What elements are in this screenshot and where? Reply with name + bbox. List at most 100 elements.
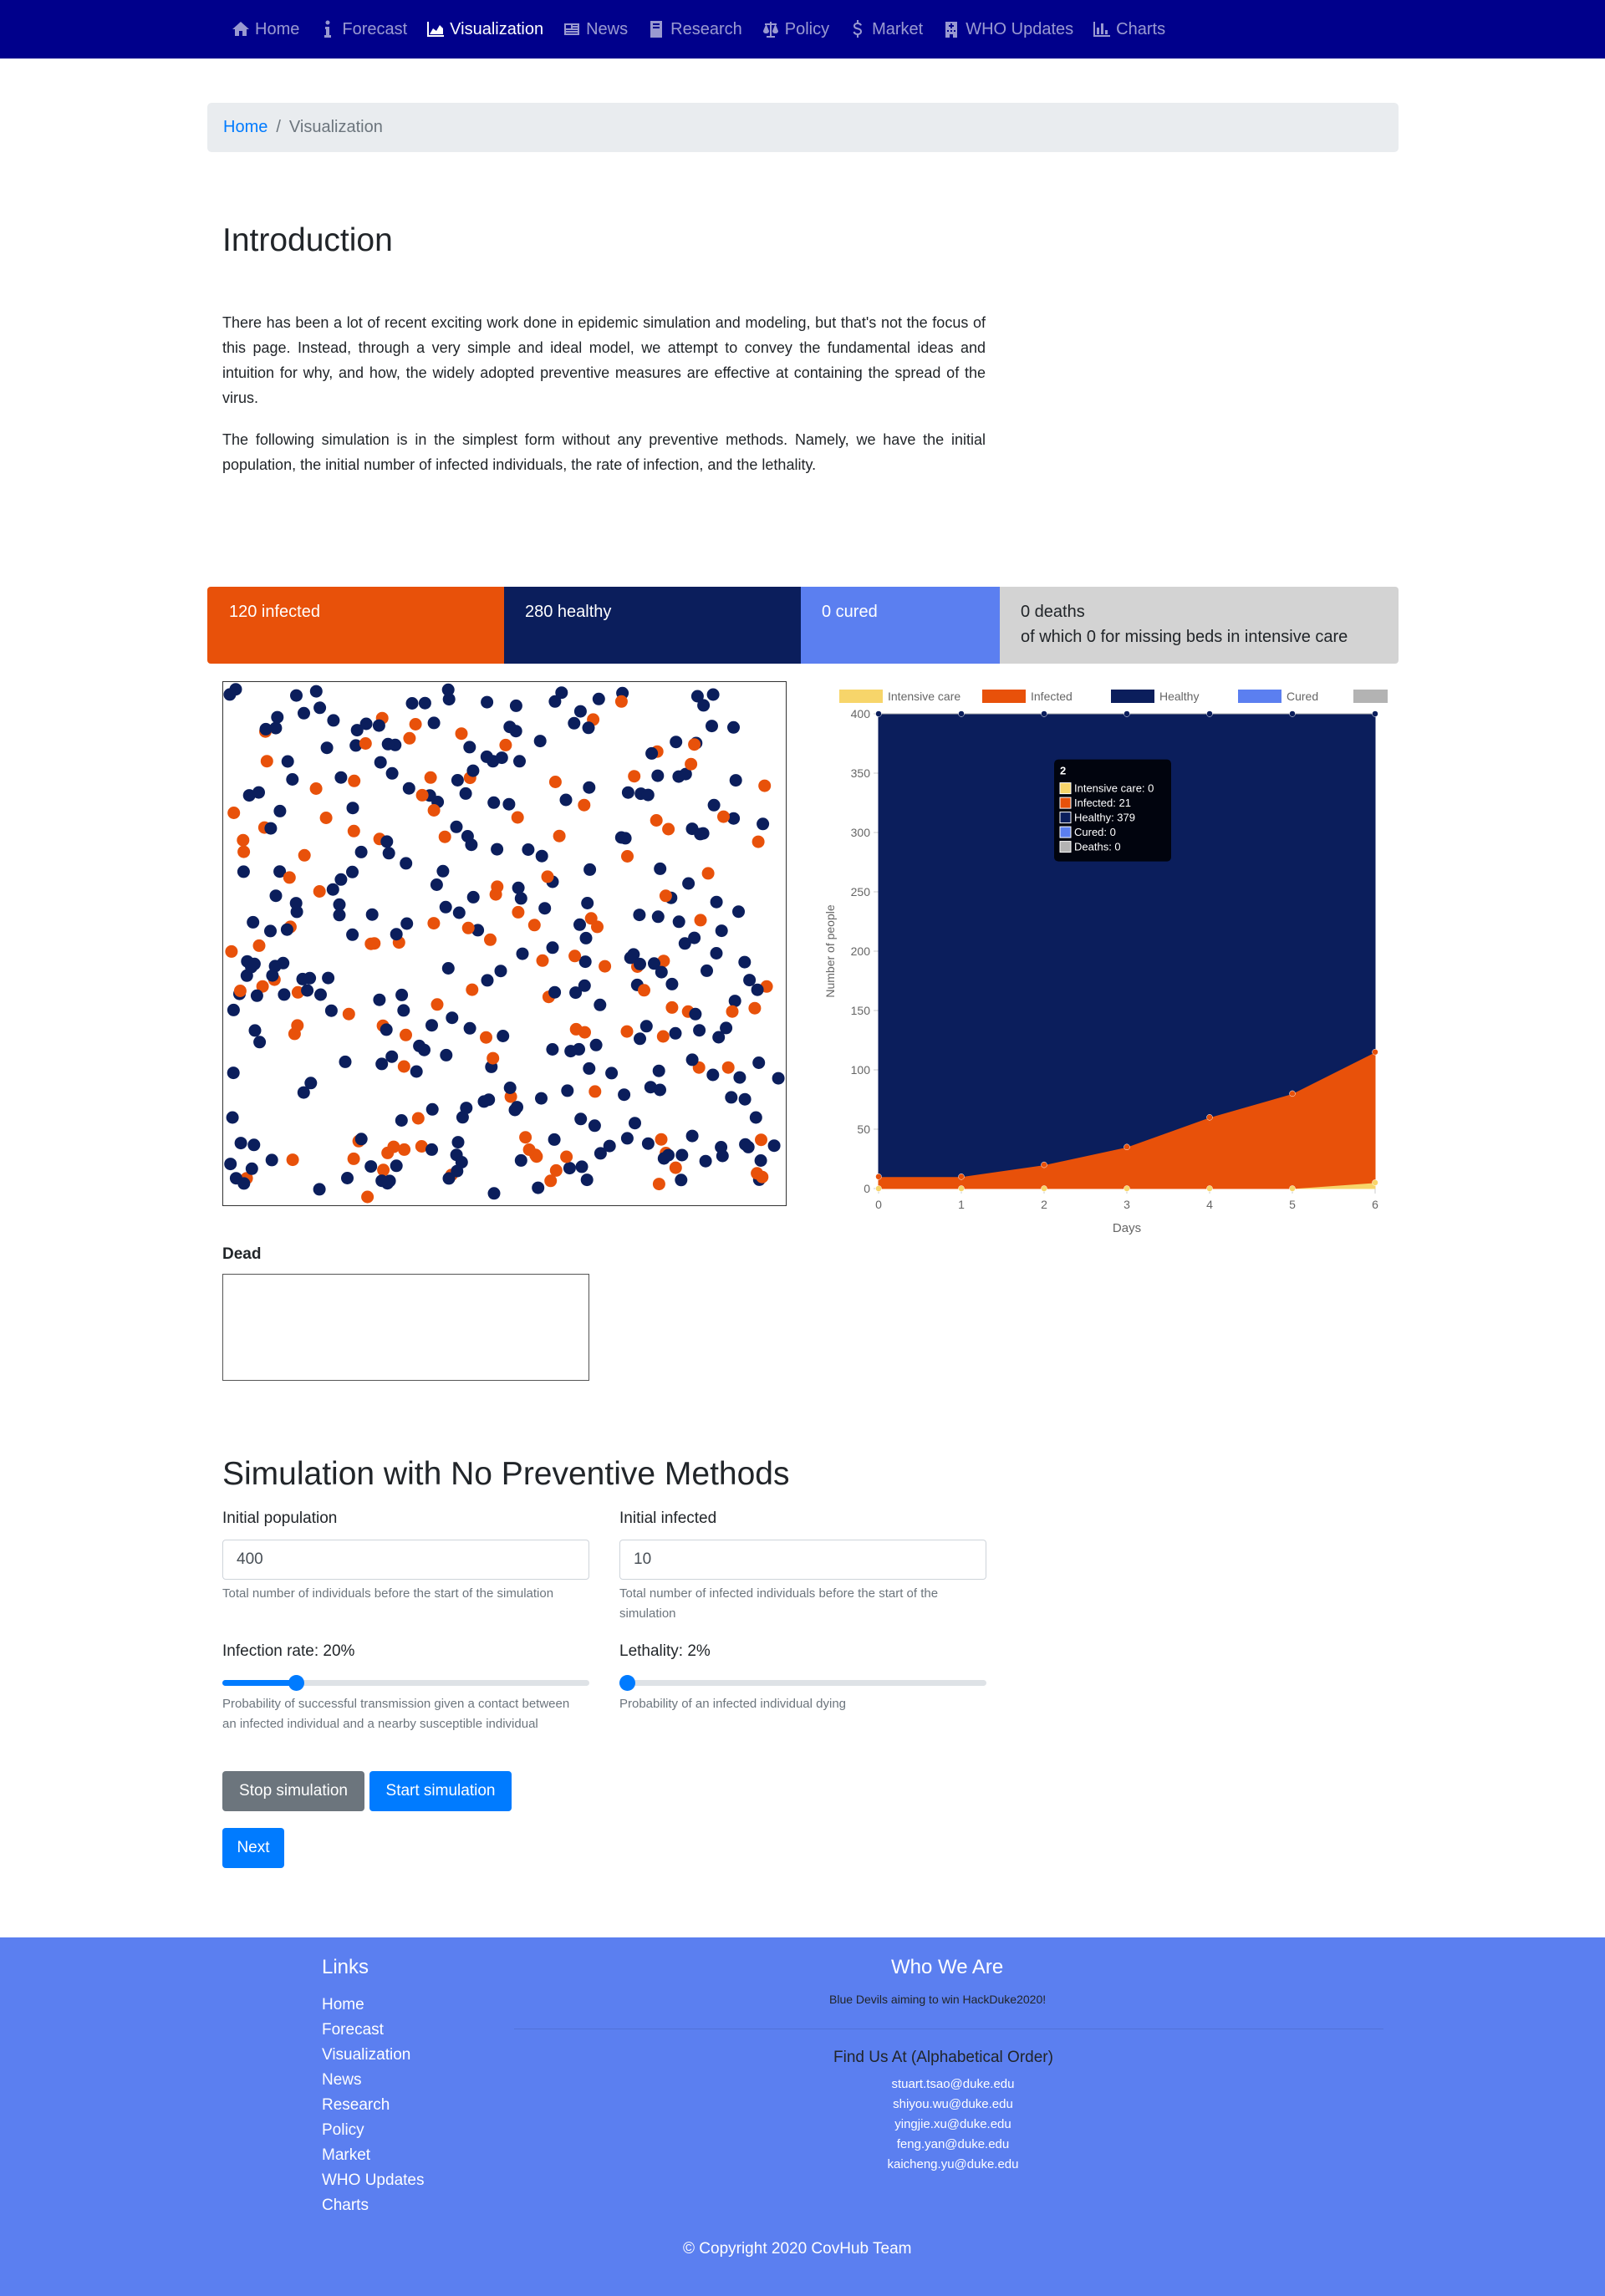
start-simulation-button[interactable]: Start simulation bbox=[369, 1771, 512, 1811]
infected-person-dot bbox=[568, 949, 582, 963]
nav-item-market[interactable]: Market bbox=[848, 19, 923, 39]
healthy-person-dot bbox=[548, 1133, 561, 1146]
healthy-person-dot bbox=[265, 1153, 278, 1167]
footer-link-visualization[interactable]: Visualization bbox=[322, 2043, 424, 2068]
tooltip-swatch bbox=[1059, 812, 1072, 824]
footer-email[interactable]: shiyou.wu@duke.edu bbox=[869, 2095, 1037, 2115]
data-point bbox=[875, 1185, 882, 1192]
footer-link-home[interactable]: Home bbox=[322, 1993, 424, 2018]
healthy-person-dot bbox=[694, 827, 707, 841]
intro-paragraph-2: The following simulation is in the simpl… bbox=[222, 431, 986, 473]
healthy-person-dot bbox=[675, 1173, 688, 1187]
hospital-icon bbox=[945, 22, 958, 38]
healthy-person-dot bbox=[278, 988, 291, 1001]
population-help: Total number of individuals before the s… bbox=[222, 1586, 554, 1601]
footer-email[interactable]: feng.yan@duke.edu bbox=[869, 2135, 1037, 2155]
legend-swatch bbox=[1353, 690, 1397, 703]
tooltip-row: Infected: 21 bbox=[1074, 797, 1131, 809]
healthy-person-dot bbox=[583, 781, 596, 794]
infected-person-dot bbox=[544, 1174, 558, 1188]
healthy-person-dot bbox=[727, 720, 740, 734]
footer-link-charts[interactable]: Charts bbox=[322, 2193, 424, 2218]
footer-link-market[interactable]: Market bbox=[322, 2143, 424, 2168]
nav-item-who-updates[interactable]: WHO Updates bbox=[941, 19, 1073, 39]
healthy-person-dot bbox=[237, 1177, 251, 1190]
healthy-person-dot bbox=[400, 917, 414, 930]
healthy-person-dot bbox=[341, 1172, 354, 1184]
footer-link-who-updates[interactable]: WHO Updates bbox=[322, 2168, 424, 2193]
footer-link-forecast[interactable]: Forecast bbox=[322, 2018, 424, 2043]
healthy-person-dot bbox=[456, 1111, 469, 1124]
healthy-person-dot bbox=[354, 845, 368, 858]
footer-find-title: Find Us At (Alphabetical Order) bbox=[833, 2049, 1053, 2066]
infected-person-dot bbox=[685, 757, 698, 771]
healthy-person-dot bbox=[513, 755, 526, 768]
infected-person-dot bbox=[652, 1178, 665, 1191]
tooltip-row: Cured: 0 bbox=[1074, 826, 1116, 838]
healthy-person-dot bbox=[725, 1091, 738, 1104]
healthy-person-dot bbox=[757, 817, 770, 831]
lethality-slider[interactable] bbox=[619, 1672, 986, 1693]
breadcrumb-home-link[interactable]: Home bbox=[223, 118, 268, 137]
nav-item-research[interactable]: Research bbox=[646, 19, 742, 39]
footer-links-title: Links bbox=[322, 1956, 369, 1978]
infected-person-dot bbox=[487, 1051, 500, 1065]
footer-copyright: © Copyright 2020 CovHub Team bbox=[683, 2240, 912, 2258]
healthy-person-dot bbox=[715, 924, 728, 938]
slider-thumb[interactable] bbox=[619, 1675, 635, 1691]
nav-item-home[interactable]: Home bbox=[231, 19, 299, 39]
footer-who-title: Who We Are bbox=[891, 1956, 1004, 1978]
footer-email[interactable]: kaicheng.yu@duke.edu bbox=[869, 2155, 1037, 2175]
healthy-person-dot bbox=[237, 865, 250, 878]
infected-person-dot bbox=[484, 933, 497, 946]
nav-item-news[interactable]: News bbox=[562, 19, 628, 39]
footer-link-news[interactable]: News bbox=[322, 2068, 424, 2093]
footer-link-research[interactable]: Research bbox=[322, 2093, 424, 2118]
footer-link-policy[interactable]: Policy bbox=[322, 2118, 424, 2143]
slider-thumb[interactable] bbox=[288, 1675, 304, 1691]
infected-person-dot bbox=[227, 807, 241, 819]
legend-label: Cured bbox=[1287, 690, 1318, 703]
y-tick-label: 300 bbox=[851, 826, 871, 839]
stop-simulation-button[interactable]: Stop simulation bbox=[222, 1771, 364, 1811]
infected-person-dot bbox=[499, 738, 512, 751]
infection-rate-slider[interactable] bbox=[222, 1672, 589, 1693]
infected-person-dot bbox=[438, 830, 451, 843]
chart-tooltip: 2 Intensive care: 0 Infected: 21 Healthy: 3… bbox=[1054, 759, 1171, 862]
infected-person-dot bbox=[752, 835, 765, 848]
healthy-person-dot bbox=[732, 905, 745, 919]
data-point bbox=[958, 710, 965, 717]
nav-item-visualization[interactable]: Visualization bbox=[425, 19, 543, 39]
footer-email[interactable]: yingjie.xu@duke.edu bbox=[869, 2115, 1037, 2135]
healthy-person-dot bbox=[738, 955, 752, 969]
healthy-person-dot bbox=[546, 941, 559, 955]
healthy-person-dot bbox=[514, 1153, 527, 1167]
infected-input[interactable] bbox=[619, 1540, 986, 1580]
healthy-person-dot bbox=[451, 1164, 464, 1178]
data-point bbox=[1124, 710, 1130, 717]
healthy-person-dot bbox=[461, 830, 474, 843]
infected-person-dot bbox=[578, 798, 591, 812]
healthy-person-dot bbox=[430, 878, 443, 891]
footer-email[interactable]: stuart.tsao@duke.edu bbox=[869, 2075, 1037, 2095]
nav-item-policy[interactable]: Policy bbox=[761, 19, 829, 39]
data-point bbox=[1372, 1179, 1378, 1186]
healthy-person-dot bbox=[502, 797, 516, 811]
nav-item-charts[interactable]: Charts bbox=[1092, 19, 1165, 39]
healthy-person-dot bbox=[280, 923, 293, 936]
healthy-person-dot bbox=[574, 1112, 588, 1126]
healthy-person-dot bbox=[532, 1181, 545, 1194]
population-input[interactable] bbox=[222, 1540, 589, 1580]
nav-item-forecast[interactable]: Forecast bbox=[318, 19, 407, 39]
infected-person-dot bbox=[409, 718, 422, 731]
healthy-person-dot bbox=[579, 931, 593, 944]
infected-person-dot bbox=[260, 755, 273, 768]
next-button[interactable]: Next bbox=[222, 1828, 284, 1868]
dollar-icon bbox=[853, 20, 863, 38]
healthy-person-dot bbox=[751, 983, 764, 996]
healthy-person-dot bbox=[634, 1032, 646, 1046]
healthy-person-dot bbox=[578, 979, 591, 992]
tooltip-row: Healthy: 379 bbox=[1074, 812, 1135, 824]
healthy-person-dot bbox=[509, 725, 522, 738]
healthy-person-dot bbox=[477, 1095, 491, 1108]
